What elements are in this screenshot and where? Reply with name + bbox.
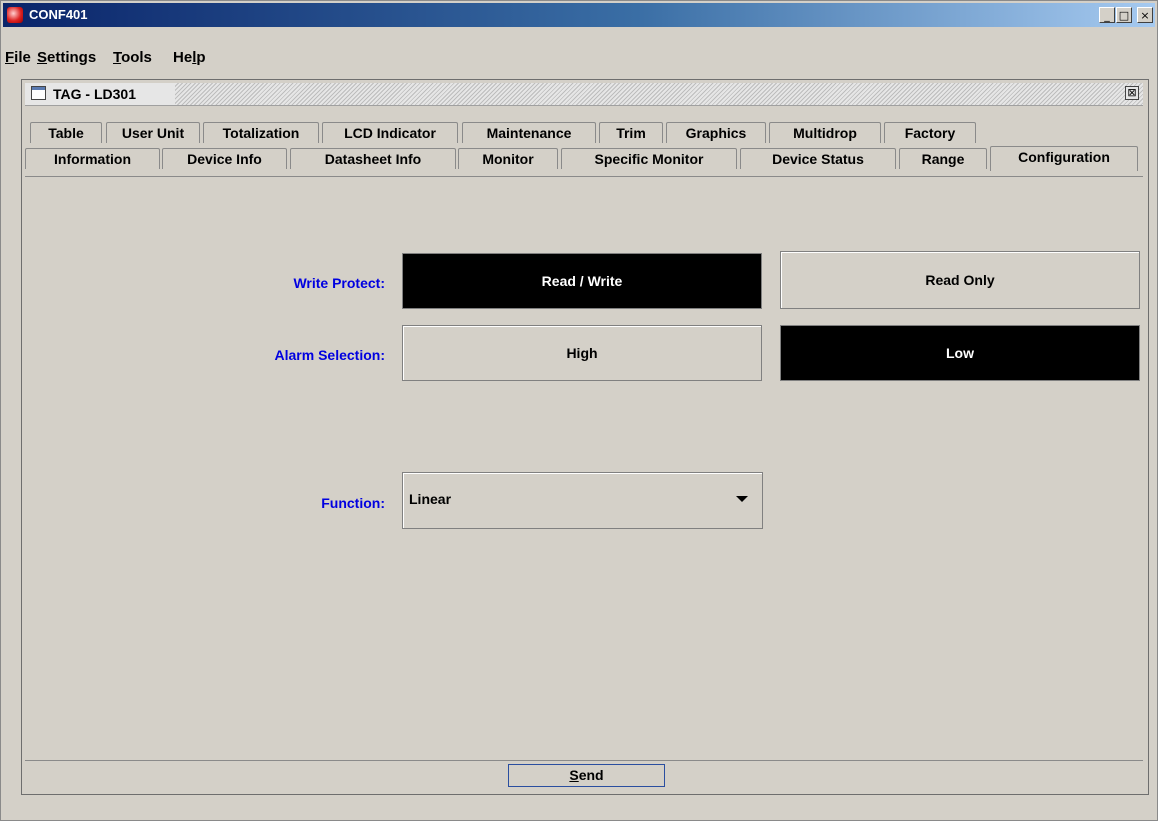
close-button[interactable]: × (1137, 7, 1153, 23)
tab-information[interactable]: Information (25, 148, 160, 169)
alarm-low-button[interactable]: Low (780, 325, 1140, 381)
app-window: CONF401 _ □ × File Settings Tools Help T… (0, 0, 1158, 821)
menu-tools[interactable]: Tools (113, 49, 152, 66)
tab-multidrop[interactable]: Multidrop (769, 122, 881, 143)
menu-bar: File Settings Tools Help (3, 45, 1155, 71)
tab-totalization[interactable]: Totalization (203, 122, 319, 143)
tab-factory[interactable]: Factory (884, 122, 976, 143)
frame-title: TAG - LD301 (53, 86, 136, 102)
tab-configuration[interactable]: Configuration (990, 146, 1138, 171)
menu-settings[interactable]: Settings (37, 49, 96, 66)
tab-datasheet-info[interactable]: Datasheet Info (290, 148, 456, 169)
alarm-high-button[interactable]: High (402, 325, 762, 381)
alarm-selection-label: Alarm Selection: (274, 347, 385, 363)
title-bar[interactable]: CONF401 _ □ × (3, 3, 1155, 27)
frame-close-icon[interactable]: ⊠ (1125, 86, 1139, 100)
tab-range[interactable]: Range (899, 148, 987, 169)
maximize-button[interactable]: □ (1116, 7, 1132, 23)
tab-lcd-indicator[interactable]: LCD Indicator (322, 122, 458, 143)
write-protect-read-write-button[interactable]: Read / Write (402, 253, 762, 309)
tab-device-status[interactable]: Device Status (740, 148, 896, 169)
function-select[interactable]: Linear (402, 472, 763, 529)
tab-table[interactable]: Table (30, 122, 102, 143)
menu-file[interactable]: File (5, 49, 31, 66)
chevron-down-icon (736, 496, 748, 502)
tab-user-unit[interactable]: User Unit (106, 122, 200, 143)
tab-maintenance[interactable]: Maintenance (462, 122, 596, 143)
bottom-bar: Send (25, 760, 1143, 791)
tab-device-info[interactable]: Device Info (162, 148, 287, 169)
app-icon (7, 7, 23, 23)
minimize-button[interactable]: _ (1099, 7, 1115, 23)
write-protect-label: Write Protect: (293, 275, 385, 291)
function-value: Linear (409, 491, 452, 507)
document-icon (31, 86, 46, 100)
frame-title-bar[interactable]: TAG - LD301 ⊠ (25, 83, 1143, 106)
tab-monitor[interactable]: Monitor (458, 148, 558, 169)
tab-specific-monitor[interactable]: Specific Monitor (561, 148, 737, 169)
configuration-panel: Write Protect: Read / Write Read Only Al… (25, 176, 1143, 760)
write-protect-read-only-button[interactable]: Read Only (780, 251, 1140, 309)
menu-help[interactable]: Help (173, 49, 206, 66)
tab-trim[interactable]: Trim (599, 122, 663, 143)
internal-frame: TAG - LD301 ⊠ Table User Unit Totalizati… (21, 79, 1149, 795)
function-label: Function: (321, 495, 385, 511)
send-button[interactable]: Send (508, 764, 665, 787)
window-title: CONF401 (29, 7, 88, 22)
tab-graphics[interactable]: Graphics (666, 122, 766, 143)
